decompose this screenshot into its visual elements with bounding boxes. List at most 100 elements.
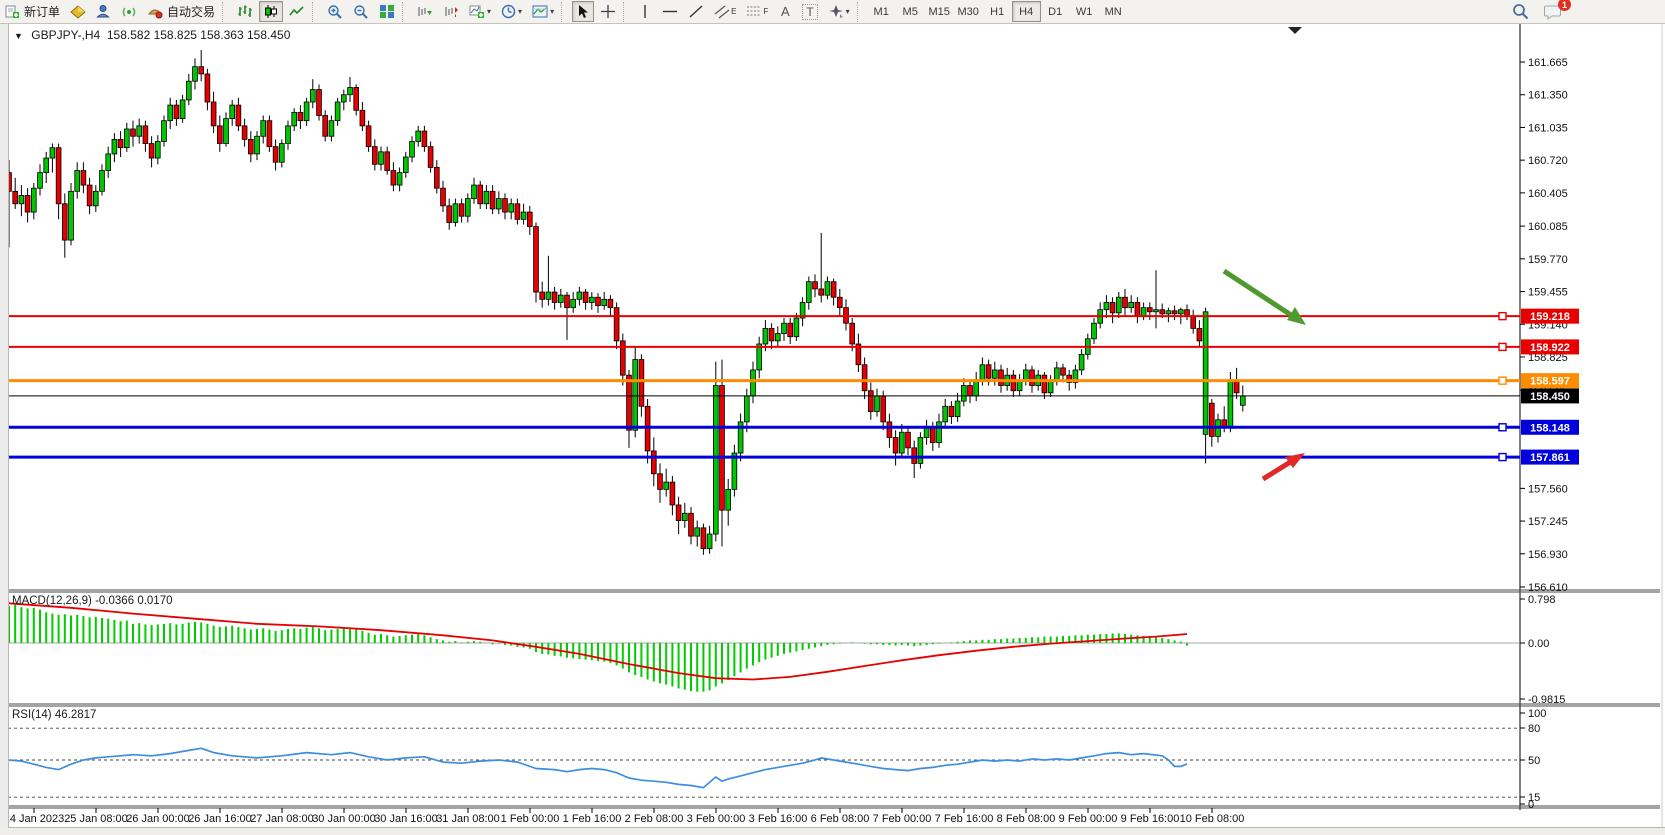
macd-signal-line — [9, 603, 1187, 679]
candlestick — [261, 121, 266, 137]
level-line-handle[interactable] — [1499, 377, 1506, 384]
toolbar-separator — [857, 2, 865, 22]
candlestick — [1104, 302, 1109, 309]
candlestick — [13, 191, 18, 203]
chart-shift-marker[interactable] — [1288, 27, 1302, 34]
trendline-tool-button[interactable] — [684, 1, 708, 22]
candlestick — [441, 188, 446, 206]
tf-button-H1[interactable]: H1 — [983, 1, 1012, 22]
level-line-handle[interactable] — [1499, 343, 1506, 350]
crosshair-tool-button[interactable] — [596, 1, 620, 22]
cursor-arrow-icon — [576, 4, 590, 19]
notifications-button[interactable]: 1 — [1540, 1, 1566, 22]
candlestick — [596, 297, 601, 305]
candlestick — [651, 451, 656, 474]
time-axis-label: 25 Jan 08:00 — [64, 813, 128, 825]
macd-axis: 0.7980.00-0.9815 — [8, 594, 1565, 706]
candlestick-mode-button[interactable] — [259, 1, 283, 22]
candlestick — [162, 121, 167, 142]
candlestick — [292, 112, 297, 126]
candlestick — [360, 110, 365, 126]
bar-chart-mode-button[interactable] — [233, 1, 257, 22]
tf-button-H4[interactable]: H4 — [1012, 1, 1041, 22]
time-axis-label: 1 Feb 16:00 — [563, 813, 622, 825]
candlestick — [794, 318, 799, 337]
time-axis-label: 26 Jan 16:00 — [188, 813, 252, 825]
auto-scroll-button[interactable] — [413, 1, 437, 22]
fibonacci-tool-button[interactable]: F — [742, 1, 772, 22]
market-watch-button[interactable] — [66, 1, 90, 22]
candlestick — [372, 147, 377, 165]
candlestick — [726, 489, 731, 510]
candlestick — [670, 482, 675, 505]
indicators-button[interactable]: ▾ — [465, 1, 495, 22]
arrows-tool-button[interactable]: ▾ — [824, 1, 854, 22]
candlestick — [242, 126, 247, 140]
tf-button-M30[interactable]: M30 — [954, 1, 983, 22]
candlestick — [348, 87, 353, 94]
candlestick — [459, 204, 464, 216]
data-window-button[interactable] — [92, 1, 115, 22]
candlestick — [410, 141, 415, 157]
candlestick — [1042, 375, 1047, 393]
time-axis[interactable]: 24 Jan 202325 Jan 08:0026 Jan 00:0026 Ja… — [4, 808, 1245, 825]
candlestick — [1116, 297, 1121, 313]
main-toolbar: 新订单 自动交易 — [0, 0, 1665, 24]
level-line-handle[interactable] — [1499, 313, 1506, 320]
equidistant-channel-tool-button[interactable]: E — [710, 1, 740, 22]
price-axis-tick: 161.665 — [1528, 57, 1568, 69]
auto-trading-button[interactable]: 自动交易 — [143, 1, 219, 22]
candlestick — [509, 204, 514, 212]
signals-button[interactable] — [117, 1, 141, 22]
tile-windows-icon — [379, 4, 395, 19]
candlestick — [782, 323, 787, 333]
tile-windows-button[interactable] — [375, 1, 399, 22]
time-axis-label: 6 Feb 08:00 — [811, 813, 870, 825]
tf-button-M1[interactable]: M1 — [867, 1, 896, 22]
zoom-in-button[interactable] — [323, 1, 347, 22]
zoom-out-icon — [353, 4, 369, 20]
profile-icon — [96, 4, 111, 19]
price-axis[interactable]: 161.665161.350161.035160.720160.405160.0… — [1520, 57, 1568, 594]
tf-button-M15[interactable]: M15 — [925, 1, 954, 22]
svg-text:0.798: 0.798 — [1528, 594, 1556, 606]
candlestick — [193, 67, 198, 82]
candlestick — [397, 173, 402, 185]
candlestick — [131, 129, 136, 136]
svg-text:100: 100 — [1528, 708, 1546, 720]
templates-button[interactable]: ▾ — [528, 1, 558, 22]
price-axis-tick: 159.455 — [1528, 287, 1568, 299]
line-chart-mode-button[interactable] — [285, 1, 309, 22]
price-axis-tick: 160.405 — [1528, 188, 1568, 200]
cursor-tool-button[interactable] — [572, 1, 594, 22]
candlestick — [589, 297, 594, 302]
tf-button-D1[interactable]: D1 — [1041, 1, 1070, 22]
tf-button-W1[interactable]: W1 — [1070, 1, 1099, 22]
text-tool-button[interactable]: A — [774, 1, 796, 22]
svg-text:159.218: 159.218 — [1530, 311, 1570, 323]
chart-canvas[interactable]: 161.665161.350161.035160.720160.405160.0… — [0, 0, 1665, 835]
svg-text:157.861: 157.861 — [1530, 452, 1570, 464]
fibo-tool-letter: F — [763, 7, 768, 16]
new-order-button[interactable]: 新订单 — [1, 1, 64, 22]
candlestick — [1147, 308, 1152, 312]
candlestick — [1178, 310, 1183, 314]
candlestick — [137, 126, 142, 136]
zoom-out-button[interactable] — [349, 1, 373, 22]
candlestick — [1135, 302, 1140, 316]
candlestick — [558, 295, 563, 302]
periods-button[interactable]: ▾ — [497, 1, 526, 22]
horizontal-line-tool-button[interactable] — [658, 1, 682, 22]
zoom-in-icon — [327, 4, 343, 20]
chart-shift-button[interactable] — [439, 1, 463, 22]
tf-button-MN[interactable]: MN — [1099, 1, 1128, 22]
text-label-tool-button[interactable]: T — [798, 1, 821, 22]
candlestick — [1061, 368, 1066, 375]
level-line-handle[interactable] — [1499, 424, 1506, 431]
time-axis-label: 26 Jan 00:00 — [126, 813, 190, 825]
level-line-handle[interactable] — [1499, 454, 1506, 461]
candlestick — [614, 308, 619, 341]
vertical-line-tool-button[interactable] — [634, 1, 656, 22]
search-button[interactable] — [1508, 1, 1533, 22]
tf-button-M5[interactable]: M5 — [896, 1, 925, 22]
